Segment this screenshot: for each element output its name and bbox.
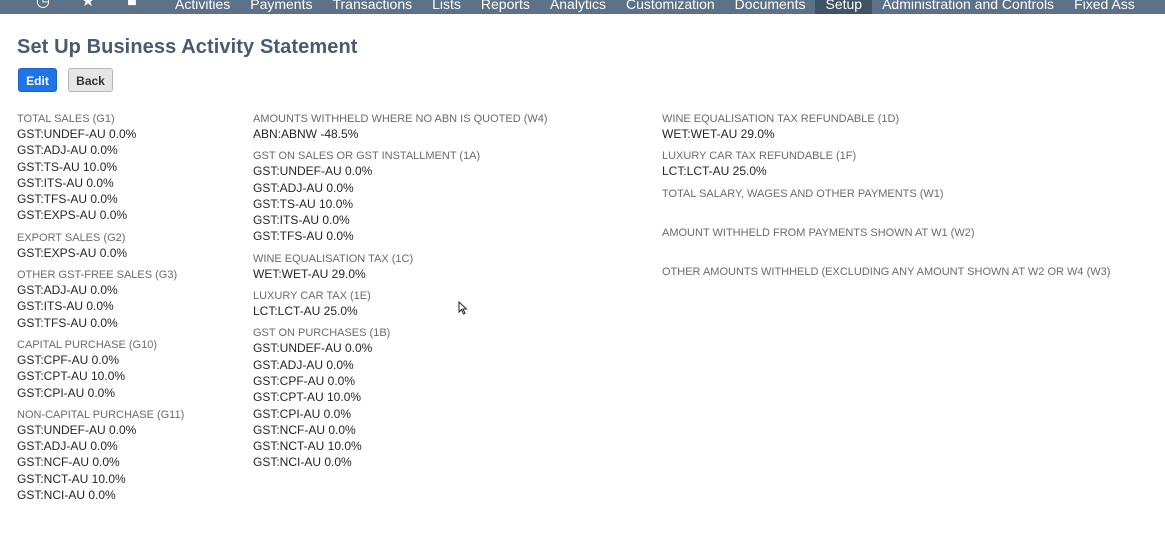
- tax-field-section: TOTAL SALARY, WAGES AND OTHER PAYMENTS (…: [662, 187, 1110, 219]
- section-label: OTHER GST-FREE SALES (G3): [17, 269, 178, 282]
- back-button[interactable]: Back: [68, 68, 113, 92]
- nav-item-documents[interactable]: Documents: [725, 0, 816, 14]
- column-right: WINE EQUALISATION TAX REFUNDABLE (1D) WET…: [662, 112, 1110, 304]
- section-label: LUXURY CAR TAX (1E): [253, 290, 371, 303]
- section-label: WINE EQUALISATION TAX (1C): [253, 252, 414, 265]
- section-label: GST ON SALES OR GST INSTALLMENT (1A): [253, 150, 481, 163]
- tax-code-value: GST:NCT-AU 10.0%: [17, 471, 126, 486]
- tax-code-value: GST:CPF-AU 0.0%: [253, 373, 356, 388]
- tax-code-value: GST:CPT-AU 10.0%: [253, 390, 362, 405]
- section-label: GST ON PURCHASES (1B): [253, 327, 391, 340]
- tax-code-value: ABN:ABNW -48.5%: [253, 127, 359, 141]
- tax-code-value: WET:WET-AU 29.0%: [662, 127, 775, 141]
- nav-item-activities[interactable]: Activities: [165, 0, 240, 14]
- tax-field-section: TOTAL SALES (G1) GST:UNDEF-AU 0.0% GST:ADJ…: [17, 112, 184, 224]
- home-icon[interactable]: ■: [122, 0, 142, 12]
- tax-code-value: GST:ITS-AU 0.0%: [17, 299, 114, 314]
- tax-code-value: GST:UNDEF-AU 0.0%: [17, 422, 137, 437]
- tax-field-section: GST ON SALES OR GST INSTALLMENT (1A) GST:…: [253, 149, 548, 244]
- section-label: WINE EQUALISATION TAX REFUNDABLE (1D): [662, 113, 900, 125]
- tax-code-value: GST:CPF-AU 0.0%: [17, 352, 120, 367]
- nav-item-fixed-ass[interactable]: Fixed Ass: [1064, 0, 1145, 14]
- tax-code-value: GST:UNDEF-AU 0.0%: [253, 164, 373, 179]
- nav-item-transactions[interactable]: Transactions: [322, 0, 422, 14]
- tax-code-value: GST:ADJ-AU 0.0%: [17, 143, 118, 158]
- nav-item-customization[interactable]: Customization: [616, 0, 725, 14]
- tax-code-value: GST:UNDEF-AU 0.0%: [17, 127, 137, 141]
- tax-field-section: CAPITAL PURCHASE (G10) GST:CPF-AU 0.0% GST…: [17, 338, 184, 401]
- tax-code-value: GST:ITS-AU 0.0%: [17, 175, 114, 190]
- column-left: TOTAL SALES (G1) GST:UNDEF-AU 0.0% GST:ADJ…: [17, 112, 184, 510]
- tax-code-value: GST:ADJ-AU 0.0%: [253, 357, 354, 372]
- tax-code-value: GST:TS-AU 10.0%: [17, 159, 118, 174]
- column-middle: AMOUNTS WITHHELD WHERE NO ABN IS QUOTED …: [253, 112, 548, 478]
- tax-field-section: LUXURY CAR TAX REFUNDABLE (1F) LCT:LCT-AU…: [662, 149, 1110, 179]
- edit-button[interactable]: Edit: [18, 68, 57, 92]
- section-label: AMOUNTS WITHHELD WHERE NO ABN IS QUOTED …: [253, 113, 548, 125]
- star-icon[interactable]: ★: [78, 0, 98, 12]
- mouse-cursor-icon: [458, 301, 468, 315]
- page-title: Set Up Business Activity Statement: [17, 36, 358, 58]
- section-label: CAPITAL PURCHASE (G10): [17, 338, 157, 351]
- tax-code-value: GST:EXPS-AU 0.0%: [17, 208, 128, 223]
- nav-item-analytics[interactable]: Analytics: [540, 0, 616, 14]
- nav-item-lists[interactable]: Lists: [422, 0, 471, 14]
- section-label: TOTAL SALARY, WAGES AND OTHER PAYMENTS (…: [662, 187, 944, 200]
- nav-item-reports[interactable]: Reports: [471, 0, 540, 14]
- nav-item-administration-and-controls[interactable]: Administration and Controls: [872, 0, 1064, 14]
- tax-code-value: GST:TS-AU 10.0%: [253, 196, 354, 211]
- tax-field-section: OTHER GST-FREE SALES (G3) GST:ADJ-AU 0.0%…: [17, 268, 184, 331]
- tax-code-value: GST:UNDEF-AU 0.0%: [253, 341, 373, 356]
- section-label: LUXURY CAR TAX REFUNDABLE (1F): [662, 150, 857, 163]
- tax-field-section: OTHER AMOUNTS WITHHELD (EXCLUDING ANY AM…: [662, 265, 1110, 297]
- section-label: AMOUNT WITHHELD FROM PAYMENTS SHOWN AT W…: [662, 226, 975, 239]
- tax-code-value: LCT:LCT-AU 25.0%: [662, 164, 767, 179]
- tax-field-section: EXPORT SALES (G2) GST:EXPS-AU 0.0%: [17, 231, 184, 261]
- tax-code-value: GST:NCF-AU 0.0%: [253, 422, 356, 437]
- tax-field-section: AMOUNT WITHHELD FROM PAYMENTS SHOWN AT W…: [662, 226, 1110, 258]
- section-label: TOTAL SALES (G1): [17, 113, 115, 125]
- nav-item-payments[interactable]: Payments: [240, 0, 322, 14]
- section-label: NON-CAPITAL PURCHASE (G11): [17, 408, 185, 421]
- tax-code-value: GST:TFS-AU 0.0%: [17, 192, 118, 207]
- top-navigation-bar: ◷ ★ ■ Activities Payments Transactions List…: [0, 0, 1165, 14]
- tax-code-value: GST:CPI-AU 0.0%: [17, 385, 116, 400]
- tax-code-value: LCT:LCT-AU 25.0%: [253, 304, 358, 319]
- section-label: OTHER AMOUNTS WITHHELD (EXCLUDING ANY AM…: [662, 265, 1111, 278]
- tax-code-value: GST:NCF-AU 0.0%: [17, 455, 120, 470]
- tax-field-section: GST ON PURCHASES (1B) GST:UNDEF-AU 0.0% GS…: [253, 326, 548, 470]
- tax-code-value: GST:CPT-AU 10.0%: [17, 369, 126, 384]
- tax-field-section: LUXURY CAR TAX (1E) LCT:LCT-AU 25.0%: [253, 289, 548, 319]
- tax-code-value: GST:NCI-AU 0.0%: [253, 455, 352, 470]
- tax-code-value: GST:TFS-AU 0.0%: [253, 229, 354, 244]
- tax-field-section: NON-CAPITAL PURCHASE (G11) GST:UNDEF-AU 0…: [17, 408, 184, 503]
- tax-field-section: WINE EQUALISATION TAX (1C) WET:WET-AU 29.…: [253, 252, 548, 282]
- tax-code-value: GST:ITS-AU 0.0%: [253, 213, 350, 228]
- nav-item-setup[interactable]: Setup: [815, 0, 873, 14]
- nav-menu: Activities Payments Transactions Lists Repor…: [165, 0, 1145, 14]
- tax-code-value: GST:CPI-AU 0.0%: [253, 406, 352, 421]
- tax-code-value: WET:WET-AU 29.0%: [253, 266, 366, 281]
- tax-field-section: WINE EQUALISATION TAX REFUNDABLE (1D) WET…: [662, 112, 1110, 142]
- tax-code-value: GST:NCT-AU 10.0%: [253, 439, 362, 454]
- tax-field-section: AMOUNTS WITHHELD WHERE NO ABN IS QUOTED …: [253, 112, 548, 142]
- tax-code-value: GST:ADJ-AU 0.0%: [17, 283, 118, 298]
- tax-code-value: GST:EXPS-AU 0.0%: [17, 245, 128, 260]
- tax-code-value: GST:ADJ-AU 0.0%: [253, 180, 354, 195]
- section-label: EXPORT SALES (G2): [17, 231, 126, 244]
- clock-icon[interactable]: ◷: [33, 0, 53, 12]
- tax-code-value: GST:ADJ-AU 0.0%: [17, 439, 118, 454]
- tax-code-value: GST:TFS-AU 0.0%: [17, 315, 118, 330]
- tax-code-value: GST:NCI-AU 0.0%: [17, 488, 116, 503]
